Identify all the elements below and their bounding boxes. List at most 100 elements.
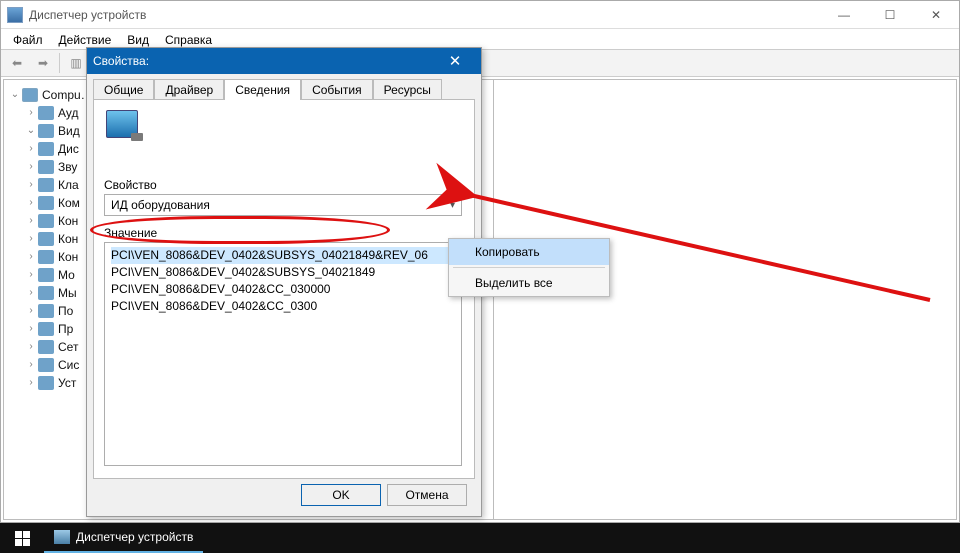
tab-body: Свойство ИД оборудования ▾ Значение PCI\… xyxy=(93,99,475,479)
hardware-id-line[interactable]: PCI\VEN_8086&DEV_0402&SUBSYS_04021849&RE… xyxy=(111,247,455,264)
tab-driver[interactable]: Драйвер xyxy=(154,79,224,100)
cancel-button[interactable]: Отмена xyxy=(387,484,467,506)
main-title: Диспетчер устройств xyxy=(29,8,146,22)
tree-node-label: Мо xyxy=(58,266,75,284)
scan-button[interactable]: ▥ xyxy=(64,52,88,74)
tree-node-label: Дис xyxy=(58,140,79,158)
dialog-close-button[interactable]: ✕ xyxy=(435,48,475,74)
tree-node-icon xyxy=(38,304,54,318)
chevron-right-icon[interactable]: › xyxy=(24,230,38,248)
ctx-copy[interactable]: Копировать xyxy=(449,239,609,265)
chevron-right-icon[interactable]: › xyxy=(24,104,38,122)
chevron-right-icon[interactable]: › xyxy=(24,302,38,320)
tree-node-icon xyxy=(22,88,38,102)
menubar: Файл Действие Вид Справка xyxy=(1,29,959,49)
chevron-right-icon[interactable]: › xyxy=(24,338,38,356)
menu-view[interactable]: Вид xyxy=(121,31,155,47)
annotation-ellipse xyxy=(90,216,390,244)
tab-resources[interactable]: Ресурсы xyxy=(373,79,442,100)
tree-node-icon xyxy=(38,250,54,264)
tab-details[interactable]: Сведения xyxy=(224,79,301,100)
tree-node-label: Зву xyxy=(58,158,77,176)
taskbar-app-label: Диспетчер устройств xyxy=(76,530,193,544)
windows-logo-icon xyxy=(15,531,30,546)
chevron-right-icon[interactable]: › xyxy=(24,248,38,266)
chevron-right-icon[interactable]: › xyxy=(24,140,38,158)
tree-node-icon xyxy=(38,196,54,210)
dialog-title-text: Свойства: xyxy=(93,54,149,68)
tab-events[interactable]: События xyxy=(301,79,373,100)
tree-node-icon xyxy=(38,124,54,138)
chevron-down-icon[interactable]: ⌄ xyxy=(24,122,38,140)
forward-button[interactable]: ➡ xyxy=(31,52,55,74)
chevron-right-icon[interactable]: › xyxy=(24,266,38,284)
start-button[interactable] xyxy=(0,523,44,553)
chevron-right-icon[interactable]: › xyxy=(24,374,38,392)
tree-node-label: Уст xyxy=(58,374,76,392)
dialog-titlebar[interactable]: Свойства: ✕ xyxy=(87,48,481,74)
tree-node-icon xyxy=(38,340,54,354)
hardware-id-line[interactable]: PCI\VEN_8086&DEV_0402&CC_0300 xyxy=(111,298,455,315)
chevron-right-icon[interactable]: › xyxy=(24,356,38,374)
tree-node-icon xyxy=(38,214,54,228)
properties-dialog: Свойства: ✕ Общие Драйвер Сведения Событ… xyxy=(86,47,482,517)
tree-node-label: Кон xyxy=(58,248,78,266)
chevron-right-icon[interactable]: › xyxy=(24,284,38,302)
tree-node-label: Пр xyxy=(58,320,73,338)
menu-help[interactable]: Справка xyxy=(159,31,218,47)
taskbar: Диспетчер устройств xyxy=(0,523,960,553)
chevron-right-icon[interactable]: › xyxy=(24,212,38,230)
tree-node-label: Ком xyxy=(58,194,80,212)
back-button[interactable]: ⬅ xyxy=(5,52,29,74)
tree-node-label: По xyxy=(58,302,73,320)
tree-node-icon xyxy=(38,376,54,390)
hardware-id-line[interactable]: PCI\VEN_8086&DEV_0402&SUBSYS_04021849 xyxy=(111,264,455,281)
tree-node-label: Сет xyxy=(58,338,78,356)
taskbar-app-icon xyxy=(54,530,70,544)
tree-node-icon xyxy=(38,106,54,120)
hardware-ids-listbox[interactable]: PCI\VEN_8086&DEV_0402&SUBSYS_04021849&RE… xyxy=(104,242,462,466)
menu-action[interactable]: Действие xyxy=(53,31,118,47)
property-value: ИД оборудования xyxy=(111,198,210,212)
dropdown-icon: ▾ xyxy=(450,200,455,211)
tree-node-label: Сис xyxy=(58,356,79,374)
main-titlebar[interactable]: Диспетчер устройств — ☐ ✕ xyxy=(1,1,959,29)
tab-general[interactable]: Общие xyxy=(93,79,154,100)
ok-button[interactable]: OK xyxy=(301,484,381,506)
property-combobox[interactable]: ИД оборудования ▾ xyxy=(104,194,462,216)
tree-node-label: Кон xyxy=(58,230,78,248)
tree-node-icon xyxy=(38,358,54,372)
ctx-select-all[interactable]: Выделить все xyxy=(449,270,609,296)
tree-node-label: Кон xyxy=(58,212,78,230)
device-manager-icon xyxy=(7,7,23,23)
window-buttons: — ☐ ✕ xyxy=(821,1,959,29)
tree-node-label: Ауд xyxy=(58,104,78,122)
hardware-id-line[interactable]: PCI\VEN_8086&DEV_0402&CC_030000 xyxy=(111,281,455,298)
tree-node-icon xyxy=(38,322,54,336)
tree-node-icon xyxy=(38,232,54,246)
minimize-button[interactable]: — xyxy=(821,1,867,29)
tree-node-icon xyxy=(38,178,54,192)
display-adapter-icon xyxy=(106,110,138,138)
tree-node-icon xyxy=(38,268,54,282)
close-button[interactable]: ✕ xyxy=(913,1,959,29)
dialog-button-row: OK Отмена xyxy=(87,484,481,506)
chevron-right-icon[interactable]: › xyxy=(24,158,38,176)
chevron-right-icon[interactable]: › xyxy=(24,320,38,338)
chevron-right-icon[interactable]: › xyxy=(24,194,38,212)
menu-file[interactable]: Файл xyxy=(7,31,49,47)
taskbar-app-device-manager[interactable]: Диспетчер устройств xyxy=(44,523,203,553)
dialog-tabs: Общие Драйвер Сведения События Ресурсы xyxy=(87,74,481,99)
tree-node-icon xyxy=(38,142,54,156)
tree-node-icon xyxy=(38,160,54,174)
property-label: Свойство xyxy=(104,178,157,192)
tree-node-label: Мы xyxy=(58,284,77,302)
context-menu: Копировать Выделить все xyxy=(448,238,610,297)
maximize-button[interactable]: ☐ xyxy=(867,1,913,29)
chevron-down-icon[interactable]: ⌄ xyxy=(8,86,22,104)
tree-node-icon xyxy=(38,286,54,300)
tree-node-label: Кла xyxy=(58,176,79,194)
chevron-right-icon[interactable]: › xyxy=(24,176,38,194)
tree-node-label: Вид xyxy=(58,122,80,140)
ctx-separator xyxy=(453,267,605,268)
